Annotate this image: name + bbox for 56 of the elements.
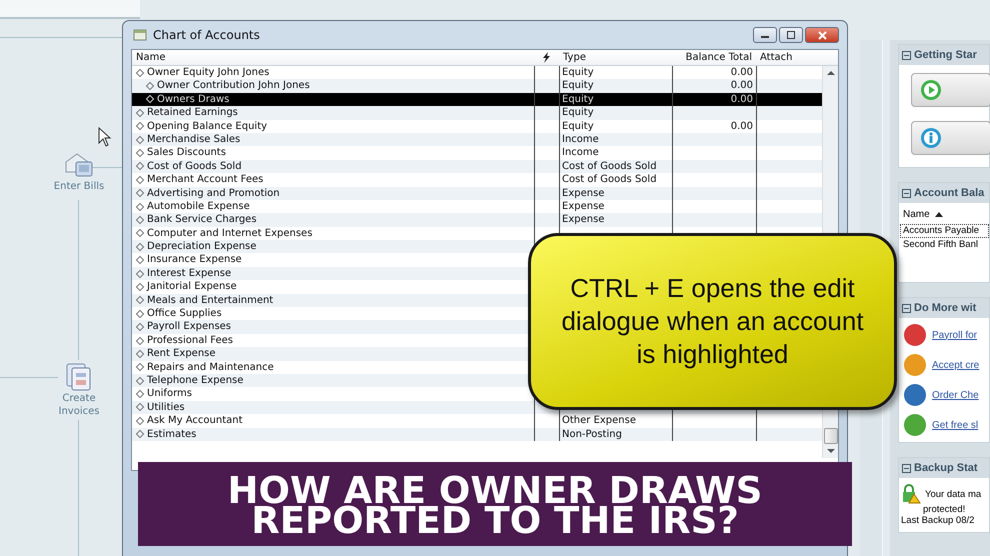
account-type: Non-Posting (562, 428, 622, 440)
account-name: Owner Contribution John Jones (157, 79, 310, 93)
balance-total: 0.00 (730, 80, 753, 92)
account-type: Equity (562, 120, 594, 132)
balance-total: 0.00 (730, 120, 753, 132)
account-name: Telephone Expense (147, 374, 244, 388)
account-type: Equity (562, 107, 594, 118)
account-name: Owners Draws (157, 92, 230, 106)
account-name: Owner Equity John Jones (147, 66, 270, 80)
account-name: Bank Service Charges (147, 213, 257, 227)
window-title: Chart of Accounts (153, 28, 260, 42)
account-name: Janitorial Expense (147, 280, 237, 294)
account-name: Merchant Account Fees (147, 173, 264, 187)
account-name: Merchandise Sales (147, 132, 240, 146)
account-name: Rent Expense (147, 347, 216, 361)
account-name: Uniforms (147, 387, 192, 401)
account-name: Depreciation Expense (147, 240, 256, 254)
account-name: Cost of Goods Sold (147, 160, 242, 174)
banner-title: REPORTED TO THE IRS? (251, 506, 739, 536)
banner-title: HOW ARE OWNER DRAWS (228, 476, 762, 506)
account-name: Professional Fees (147, 334, 233, 348)
account-name: Interest Expense (147, 266, 232, 280)
account-type: Income (562, 134, 599, 145)
account-type: Income (562, 147, 599, 158)
account-name: Estimates (147, 428, 196, 441)
balance-total: 0.00 (730, 67, 753, 78)
account-name: Opening Balance Equity (147, 120, 268, 133)
account-type: Equity (562, 67, 594, 78)
account-name: Office Supplies (147, 307, 222, 320)
account-name: Computer and Internet Expenses (147, 226, 312, 240)
account-type: Expense (562, 188, 604, 199)
backup-status-text: Your data ma (925, 488, 982, 500)
section-title: Getting Star (914, 49, 977, 61)
account-name: Ask My Accountant (147, 414, 243, 428)
account-type: Cost of Goods Sold (562, 174, 657, 186)
section-title: Account Bala (914, 187, 984, 199)
account-name: Insurance Expense (147, 253, 242, 267)
balance-total: 0.00 (730, 94, 753, 105)
account-name: Automobile Expense (147, 200, 250, 214)
backup-status-text: protected! (922, 504, 966, 515)
account-type: Equity (562, 94, 594, 105)
account-type: Expense (562, 200, 604, 212)
account-name: Utilities (147, 400, 185, 414)
account-type: Other Expense (562, 415, 636, 426)
last-backup-text: Last Backup 08/2 (901, 515, 976, 526)
account-type: Equity (562, 80, 594, 92)
account-name: Meals and Entertainment (147, 294, 274, 308)
account-name: Payroll Expenses (147, 320, 232, 334)
section-title: Do More wit (914, 302, 976, 314)
account-type: Expense (562, 214, 604, 226)
account-type: Cost of Goods Sold (562, 160, 657, 172)
account-name: Repairs and Maintenance (147, 360, 274, 374)
section-title: Backup Stat (914, 462, 978, 474)
account-name: Retained Earnings (147, 106, 238, 120)
account-name: Advertising and Promotion (147, 186, 280, 200)
account-name: Sales Discounts (147, 146, 226, 160)
